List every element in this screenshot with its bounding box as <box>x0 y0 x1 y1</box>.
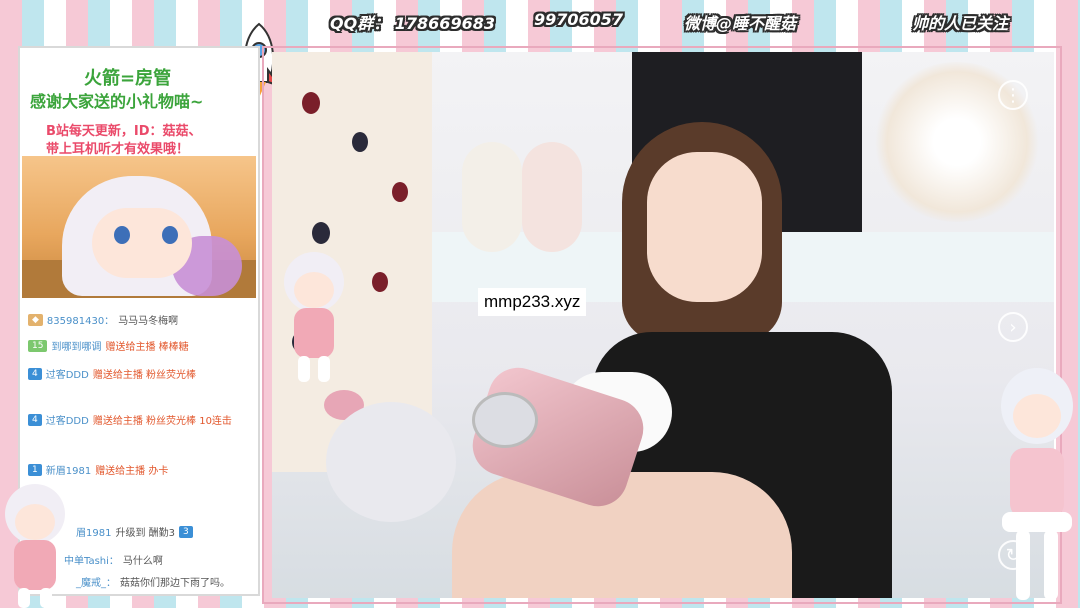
level-badge: 4 <box>28 413 42 426</box>
chat-message: 4 过客DDD 赠送给主播 粉丝荧光棒 <box>28 366 196 381</box>
chat-message: 15 到哪到哪调 赠送给主播 棒棒糖 <box>28 338 189 353</box>
promo-line-2: 感谢大家送的小礼物喵~ <box>30 92 204 111</box>
chat-username[interactable]: 过客DDD <box>46 412 89 427</box>
weibo-text: 微博@睡不醒菇 <box>684 14 797 33</box>
chat-message: _魔戒_： 菇菇你们那边下雨了吗。 <box>76 574 230 589</box>
qq-group-text: QQ群： 178669683 <box>330 14 495 33</box>
chat-text: 菇菇你们那边下雨了吗。 <box>120 578 230 589</box>
chibi-sticker-icon <box>284 252 344 382</box>
chat-text: 马什么啊 <box>122 556 163 567</box>
promo-line-1: 火箭=房管 <box>84 68 172 89</box>
live-stream-video[interactable] <box>272 52 1054 598</box>
chat-text: 赠送给主播 办卡 <box>95 466 169 477</box>
level-badge: 1 <box>28 463 42 476</box>
chat-username[interactable]: 新眉1981 <box>46 462 91 477</box>
chat-text: 赠送给主播 粉丝荧光棒 10连击 <box>92 416 232 427</box>
follow-text: 帅的人已关注 <box>912 14 1009 33</box>
chat-message: 1 新眉1981 赠送给主播 办卡 <box>28 462 168 477</box>
plush-bunny <box>522 142 582 252</box>
level-badge: ◆ <box>28 313 43 326</box>
chat-text: 赠送给主播 棒棒糖 <box>105 342 189 353</box>
chat-text: 升级到 酬勤3 <box>115 528 175 539</box>
promo-line-3: B站每天更新，ID：菇菇、 <box>46 124 202 139</box>
chevron-right-icon[interactable]: › <box>998 312 1028 342</box>
plush-bunny <box>462 142 522 252</box>
chat-message: 4 过客DDD 赠送给主播 粉丝荧光棒 10连击 <box>28 412 232 427</box>
chat-username[interactable]: 过客DDD <box>46 366 89 381</box>
chat-username[interactable]: _魔戒_： <box>76 574 116 589</box>
streamer <box>647 152 762 302</box>
level-badge: 3 <box>179 525 193 538</box>
plush-cat <box>326 402 456 522</box>
top-banner: QQ群： 178669683 99706057 微博@睡不醒菇 帅的人已关注 <box>0 0 1080 48</box>
anime-girl-illustration <box>22 156 256 298</box>
watermark-label: mmp233.xyz <box>478 288 587 316</box>
more-options-icon[interactable]: ⋮ <box>998 80 1028 110</box>
chat-message: 中单Tashi： 马什么啊 <box>64 552 163 567</box>
promo-line-4: 带上耳机听才有效果哦！ <box>46 142 190 157</box>
chat-message: ◆ 835981430： 马马马冬梅啊 <box>28 312 178 327</box>
chat-username[interactable]: 到哪到哪调 <box>51 338 101 353</box>
chat-username[interactable]: 835981430： <box>47 312 114 327</box>
chat-username[interactable]: 中单Tashi： <box>64 552 119 567</box>
qq-group-text-2: 99706057 <box>534 10 624 29</box>
chat-message: 眉1981 升级到 酬勤3 3 <box>76 524 193 539</box>
chat-text: 赠送给主播 粉丝荧光棒 <box>92 370 197 381</box>
chat-text: 马马马冬梅啊 <box>118 316 179 327</box>
chibi-sticker-icon <box>1001 368 1073 600</box>
promo-section: 火箭=房管 感谢大家送的小礼物喵~ B站每天更新，ID：菇菇、 带上耳机听才有效… <box>20 48 258 300</box>
level-badge: 4 <box>28 367 42 380</box>
level-badge: 15 <box>28 339 48 352</box>
chat-username[interactable]: 眉1981 <box>76 524 111 539</box>
chibi-sticker-icon <box>5 484 65 608</box>
